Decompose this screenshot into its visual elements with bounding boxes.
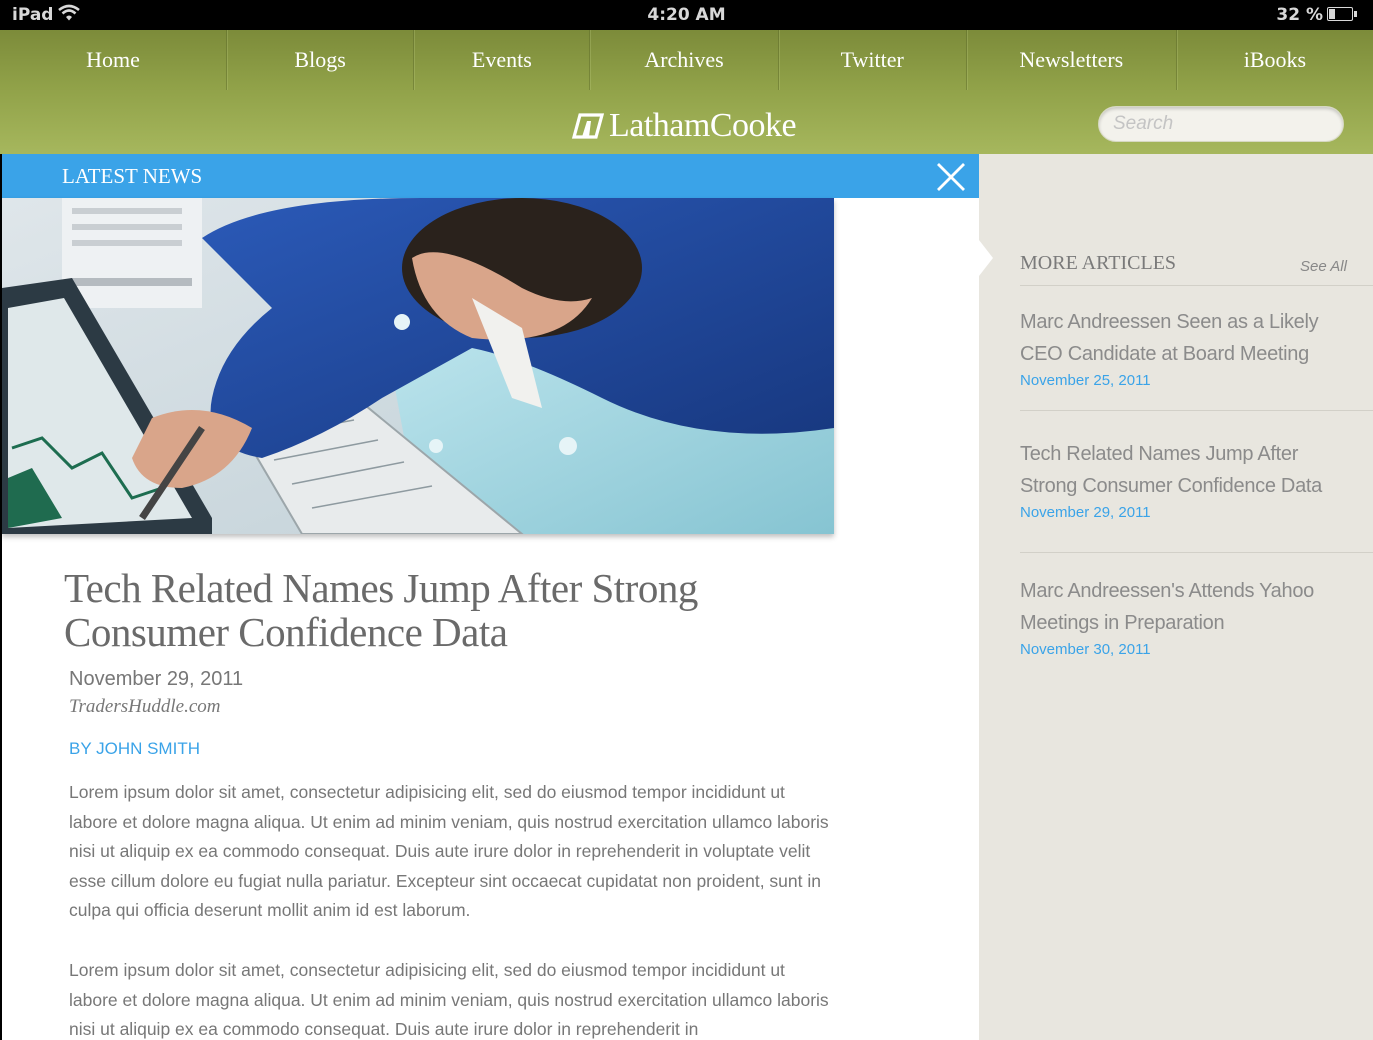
sidebar-pointer — [979, 240, 993, 276]
sidebar-article-date: November 29, 2011 — [1020, 504, 1151, 521]
see-all-link[interactable]: See All — [1300, 258, 1347, 275]
brand-name-part2: Cooke — [709, 107, 797, 144]
top-nav: Home Blogs Events Archives Twitter Newsletter… — [0, 30, 1373, 90]
article-date: November 29, 2011 — [69, 668, 244, 690]
article-paragraph: Lorem ipsum dolor sit amet, consectetur … — [69, 959, 829, 1040]
divider — [1020, 285, 1373, 286]
battery-level — [1329, 9, 1336, 19]
latest-news-bar: LATEST NEWS — [2, 154, 979, 198]
nav-item-blogs[interactable]: Blogs — [227, 30, 415, 90]
divider — [1020, 410, 1373, 411]
nav-item-events[interactable]: Events — [414, 30, 591, 90]
article-source[interactable]: TradersHuddle.com — [69, 696, 220, 718]
brand-logo[interactable]: Latham Cooke — [571, 106, 797, 146]
nav-item-twitter[interactable]: Twitter — [779, 30, 967, 90]
hero-photo — [2, 198, 834, 534]
article-byline[interactable]: BY JOHN SMITH — [69, 739, 200, 759]
battery-icon — [1327, 7, 1357, 21]
latest-news-label: LATEST NEWS — [62, 164, 203, 188]
close-icon[interactable] — [936, 162, 966, 192]
more-articles-sidebar: MORE ARTICLES See All Marc Andreessen Se… — [979, 154, 1373, 1040]
app-header: Home Blogs Events Archives Twitter Newsletter… — [0, 30, 1373, 154]
article-paragraph: Lorem ipsum dolor sit amet, consectetur … — [69, 782, 829, 921]
nav-item-home[interactable]: Home — [0, 30, 228, 90]
latham-cooke-logo-icon — [571, 113, 605, 139]
search-input[interactable] — [1098, 106, 1344, 142]
sidebar-article[interactable]: Marc Andreessen Seen as a Likely CEO Can… — [1020, 306, 1350, 389]
sidebar-article-title: Marc Andreessen's Attends Yahoo Meetings… — [1020, 580, 1314, 634]
hero-image — [2, 198, 834, 534]
battery-percent: 32 % — [1276, 5, 1323, 25]
nav-item-archives[interactable]: Archives — [590, 30, 779, 90]
clock: 4:20 AM — [647, 5, 726, 25]
sidebar-article-date: November 30, 2011 — [1020, 641, 1151, 658]
sidebar-article-date: November 25, 2011 — [1020, 372, 1151, 389]
divider — [1020, 552, 1373, 553]
brand-name-part1: Latham — [609, 107, 710, 144]
nav-item-newsletters[interactable]: Newsletters — [967, 30, 1177, 90]
sidebar-article-title: Tech Related Names Jump After Strong Con… — [1020, 443, 1322, 497]
status-bar: iPad 4:20 AM 32 % — [0, 0, 1373, 30]
main-content: LATEST NEWS Tech Related Names Jump Afte… — [2, 154, 979, 1040]
article-title: Tech Related Names Jump After Strong Con… — [64, 565, 698, 655]
sidebar-article[interactable]: Tech Related Names Jump After Strong Con… — [1020, 438, 1350, 521]
article-body: Lorem ipsum dolor sit amet, consectetur … — [69, 778, 829, 1040]
more-articles-title: MORE ARTICLES — [1020, 252, 1177, 274]
nav-item-ibooks[interactable]: iBooks — [1177, 30, 1373, 90]
sidebar-article[interactable]: Marc Andreessen's Attends Yahoo Meetings… — [1020, 575, 1350, 658]
sidebar-article-title: Marc Andreessen Seen as a Likely CEO Can… — [1020, 311, 1319, 365]
